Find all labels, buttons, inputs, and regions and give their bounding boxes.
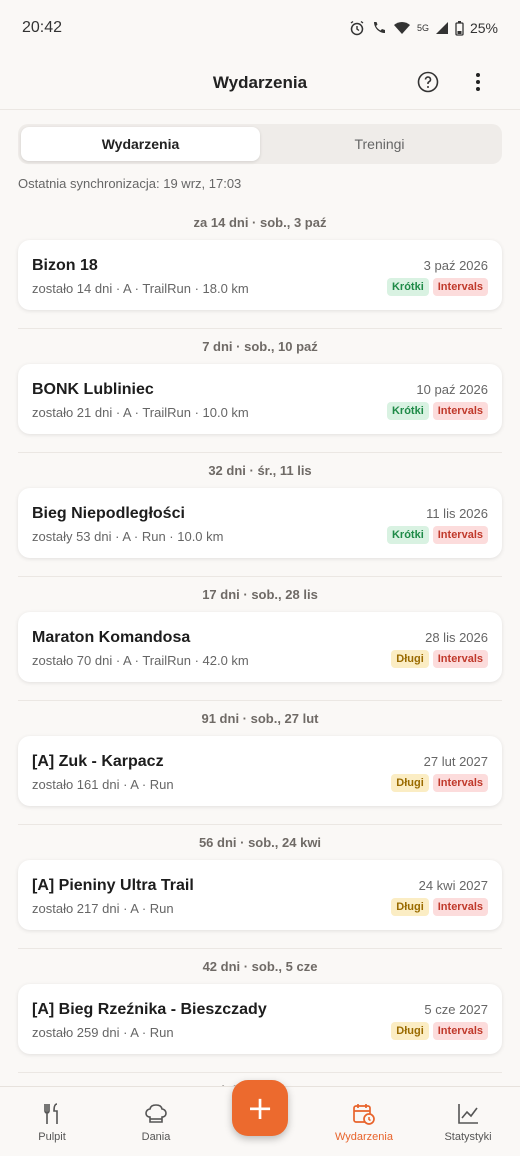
event-title: Bieg Niepodległości bbox=[32, 505, 185, 522]
help-icon bbox=[417, 71, 439, 93]
event-date: 3 paź 2026 bbox=[423, 258, 488, 273]
badge-krotki: Krótki bbox=[386, 526, 429, 544]
event-card[interactable]: [A] Zuk - Karpacz zostało 161 dni · A · R… bbox=[18, 736, 502, 806]
wifi-call-icon bbox=[371, 20, 387, 36]
badge-intervals: Intervals bbox=[432, 898, 488, 916]
sync-status: Ostatnia synchronizacja: 19 wrz, 17:03 bbox=[18, 176, 242, 191]
chart-line-icon bbox=[458, 1103, 478, 1124]
event-badges: Krótki Intervals bbox=[386, 526, 488, 544]
wifi-icon bbox=[393, 20, 411, 36]
tab-treningi[interactable]: Treningi bbox=[260, 127, 499, 161]
event-title: [A] Pieniny Ultra Trail bbox=[32, 877, 194, 894]
badge-intervals: Intervals bbox=[432, 650, 488, 668]
event-title: [A] Zuk - Karpacz bbox=[32, 753, 164, 770]
badge-intervals: Intervals bbox=[432, 278, 488, 296]
event-badges: Krótki Intervals bbox=[386, 402, 488, 420]
date-separator: 17 dni · sob., 28 lis bbox=[0, 576, 520, 612]
nav-label: Pulpit bbox=[38, 1130, 66, 1143]
event-card[interactable]: Maraton Komandosa zostało 70 dni · A · Tr… bbox=[18, 612, 502, 682]
more-icon-dot bbox=[476, 73, 480, 77]
event-badges: DługiIntervals bbox=[391, 650, 488, 668]
event-title: [A] Bieg Rzeźnika - Bieszczady bbox=[32, 1001, 267, 1018]
date-separator: 91 dni · sob., 27 lut bbox=[0, 700, 520, 736]
badge-dlugi: Długi bbox=[391, 898, 429, 916]
event-badges: DługiIntervals bbox=[391, 1022, 488, 1040]
event-title: BONK Lubliniec bbox=[32, 381, 154, 398]
date-separator: za 14 dni · sob., 3 paź bbox=[193, 214, 327, 230]
event-card[interactable]: BONK Lubliniec zostało 21 dni · A · Trail… bbox=[18, 364, 502, 434]
help-button[interactable] bbox=[416, 70, 440, 94]
event-badges: DługiIntervals bbox=[391, 898, 488, 916]
cutlery-icon bbox=[44, 1102, 58, 1124]
event-date: 10 paź 2026 bbox=[416, 382, 488, 397]
event-subtitle: zostało 14 dni · A · TrailRun · 18.0 km bbox=[32, 281, 249, 296]
date-separator: 42 dni · sob., 5 cze bbox=[0, 948, 520, 984]
event-date: 27 lut 2027 bbox=[423, 754, 488, 769]
more-icon-dot bbox=[476, 87, 480, 91]
badge-dlugi: Długi bbox=[391, 774, 429, 792]
plus-icon: + bbox=[246, 1089, 274, 1127]
status-icons: 5G 25% bbox=[349, 20, 498, 36]
nav-label: Dania bbox=[141, 1130, 171, 1143]
event-subtitle: zostało 161 dni · A · Run bbox=[32, 777, 174, 792]
event-card[interactable]: [A] Bieg Rzeźnika - Bieszczady zostało 25… bbox=[18, 984, 502, 1054]
status-bar: 20:42 5G 25% bbox=[0, 0, 520, 56]
nav-item-pulpit[interactable]: Pulpit bbox=[0, 1087, 104, 1156]
more-options-button[interactable] bbox=[466, 70, 490, 94]
battery-level: 25% bbox=[469, 20, 498, 36]
add-event-button[interactable]: + bbox=[232, 1080, 288, 1136]
event-date: 5 cze 2027 bbox=[424, 1002, 488, 1017]
event-list: za 14 dni · sob., 3 paź Bizon 18 zostało 1… bbox=[0, 204, 520, 1156]
status-time: 20:42 bbox=[22, 19, 63, 36]
event-subtitle: zostało 21 dni · A · TrailRun · 10.0 km bbox=[32, 405, 249, 420]
date-separator: 56 dni · sob., 24 kwi bbox=[0, 824, 520, 860]
badge-krotki: Krótki bbox=[386, 402, 429, 420]
event-subtitle: zostało 217 dni · A · Run bbox=[32, 901, 174, 916]
nav-label: Wydarzenia bbox=[335, 1130, 393, 1143]
event-date: 24 kwi 2027 bbox=[418, 878, 488, 893]
chef-hat-icon bbox=[145, 1103, 167, 1123]
event-title: Bizon 18 bbox=[32, 257, 98, 274]
nav-item-dania[interactable]: Dania bbox=[104, 1087, 208, 1156]
page-title: Wydarzenia bbox=[212, 72, 308, 92]
date-separator: 7 dni · sob., 10 paź bbox=[0, 328, 520, 364]
network-label: 5G bbox=[416, 23, 429, 33]
event-card[interactable]: Bieg Niepodległości zostały 53 dni · A · … bbox=[18, 488, 502, 558]
event-title: Maraton Komandosa bbox=[32, 629, 191, 646]
alarm-icon bbox=[349, 20, 365, 36]
battery-icon bbox=[455, 20, 464, 36]
event-badges: DługiIntervals bbox=[391, 774, 488, 792]
event-subtitle: zostało 70 dni · A · TrailRun · 42.0 km bbox=[32, 653, 249, 668]
more-icon-dot bbox=[476, 80, 480, 84]
badge-intervals: Intervals bbox=[432, 526, 488, 544]
event-subtitle: zostało 259 dni · A · Run bbox=[32, 1025, 174, 1040]
badge-intervals: Intervals bbox=[432, 1022, 488, 1040]
event-date: 28 lis 2026 bbox=[425, 630, 488, 645]
event-date: 11 lis 2026 bbox=[426, 506, 488, 521]
nav-item-statystyki[interactable]: Statystyki bbox=[416, 1087, 520, 1156]
badge-intervals: Intervals bbox=[432, 774, 488, 792]
segment-control: Wydarzenia Treningi bbox=[18, 124, 502, 164]
date-separator: 32 dni · śr., 11 lis bbox=[0, 452, 520, 488]
nav-label: Statystyki bbox=[444, 1130, 492, 1143]
event-subtitle: zostały 53 dni · A · Run · 10.0 km bbox=[32, 529, 224, 544]
badge-dlugi: Długi bbox=[391, 1022, 429, 1040]
event-card[interactable]: Bizon 18 zostało 14 dni · A · TrailRun · … bbox=[18, 240, 502, 310]
event-card[interactable]: [A] Pieniny Ultra Trail zostało 217 dni ·… bbox=[18, 860, 502, 930]
app-bar: Wydarzenia bbox=[0, 56, 520, 110]
calendar-clock-icon bbox=[353, 1103, 375, 1125]
nav-item-wydarzenia[interactable]: Wydarzenia bbox=[312, 1087, 416, 1156]
badge-krotki: Krótki bbox=[386, 278, 429, 296]
signal-icon bbox=[435, 21, 449, 35]
badge-dlugi: Długi bbox=[391, 650, 429, 668]
event-badges: Krótki Intervals bbox=[386, 278, 488, 296]
badge-intervals: Intervals bbox=[432, 402, 488, 420]
tab-wydarzenia[interactable]: Wydarzenia bbox=[21, 127, 260, 161]
